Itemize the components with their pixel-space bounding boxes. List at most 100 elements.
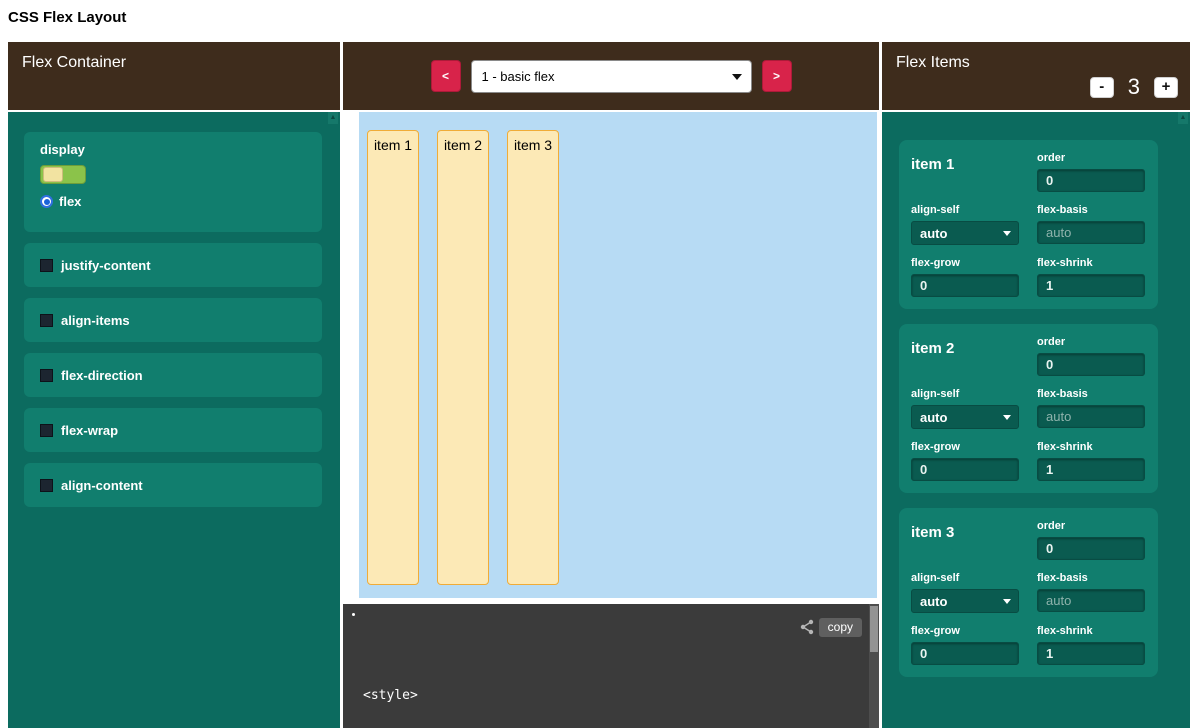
code-text: <style> .flex-container { display: flex; — [363, 648, 512, 728]
flex-item-1: item 1 — [367, 130, 419, 585]
align-content-label: align-content — [61, 478, 143, 493]
flex-shrink-field: flex-shrink — [1037, 441, 1145, 481]
justify-content-checkbox[interactable] — [40, 259, 53, 272]
add-item-button[interactable]: + — [1154, 77, 1178, 98]
order-label: order — [1037, 152, 1145, 164]
flex-item-3: item 3 — [507, 130, 559, 585]
prev-example-button[interactable]: < — [431, 60, 461, 92]
order-input[interactable] — [1037, 537, 1145, 560]
order-input[interactable] — [1037, 353, 1145, 376]
align-items-label: align-items — [61, 313, 130, 328]
flex-container-body: display flex justify-content align-items — [8, 112, 340, 728]
flex-direction-checkbox[interactable] — [40, 369, 53, 382]
flex-basis-input[interactable] — [1037, 221, 1145, 244]
option-justify-content[interactable]: justify-content — [24, 243, 322, 287]
flex-grow-input[interactable] — [911, 458, 1019, 481]
bullet-dot — [352, 613, 355, 616]
order-field: order — [1037, 520, 1145, 560]
item-2-card: item 2 order align-self auto flex-basis — [899, 324, 1158, 493]
item-3-card: item 3 order align-self auto flex-basis — [899, 508, 1158, 677]
flex-grow-input[interactable] — [911, 274, 1019, 297]
code-scrollbar[interactable] — [869, 604, 879, 728]
order-field: order — [1037, 152, 1145, 192]
flex-item-2: item 2 — [437, 130, 489, 585]
order-label: order — [1037, 520, 1145, 532]
flex-shrink-input[interactable] — [1037, 458, 1145, 481]
flex-wrap-checkbox[interactable] — [40, 424, 53, 437]
flex-grow-field: flex-grow — [911, 441, 1019, 481]
flex-grow-label: flex-grow — [911, 441, 1019, 453]
flex-shrink-input[interactable] — [1037, 642, 1145, 665]
next-example-button[interactable]: > — [762, 60, 792, 92]
option-align-content[interactable]: align-content — [24, 463, 322, 507]
code-line: <style> — [363, 686, 512, 705]
option-flex-wrap[interactable]: flex-wrap — [24, 408, 322, 452]
flex-basis-field: flex-basis — [1037, 388, 1145, 429]
flex-basis-input[interactable] — [1037, 405, 1145, 428]
flex-shrink-label: flex-shrink — [1037, 257, 1145, 269]
align-self-select[interactable]: auto — [911, 589, 1019, 613]
align-self-label: align-self — [911, 388, 1019, 400]
item-2-card-title: item 2 — [911, 336, 1019, 376]
item-count-controls: - 3 + — [1090, 74, 1178, 100]
item-1-card-title: item 1 — [911, 152, 1019, 192]
flex-grow-field: flex-grow — [911, 625, 1019, 665]
flex-grow-field: flex-grow — [911, 257, 1019, 297]
align-self-select-wrap: auto — [911, 589, 1019, 613]
option-flex-direction[interactable]: flex-direction — [24, 353, 322, 397]
align-self-field: align-self auto — [911, 204, 1019, 245]
flex-shrink-field: flex-shrink — [1037, 625, 1145, 665]
flex-container-panel: Flex Container display flex justify-cont… — [8, 42, 340, 728]
flex-items-header: Flex Items - 3 + — [882, 42, 1190, 110]
flex-preview-container: item 1 item 2 item 3 — [359, 112, 877, 598]
flex-basis-field: flex-basis — [1037, 204, 1145, 245]
order-field: order — [1037, 336, 1145, 376]
right-panel-scrollbar[interactable]: ▲ — [1178, 112, 1188, 728]
order-input[interactable] — [1037, 169, 1145, 192]
item-count: 3 — [1128, 74, 1140, 100]
align-content-checkbox[interactable] — [40, 479, 53, 492]
left-panel-scrollbar[interactable]: ▲ — [328, 112, 338, 728]
preview-column: < 1 - basic flex > item 1 item 2 item 3 — [343, 42, 879, 728]
flex-basis-input[interactable] — [1037, 589, 1145, 612]
option-align-items[interactable]: align-items — [24, 298, 322, 342]
flex-wrap-label: flex-wrap — [61, 423, 118, 438]
item-3-card-title: item 3 — [911, 520, 1019, 560]
flex-basis-label: flex-basis — [1037, 572, 1145, 584]
scroll-up-icon[interactable]: ▲ — [328, 112, 338, 124]
remove-item-button[interactable]: - — [1090, 77, 1114, 98]
display-label: display — [40, 142, 306, 157]
flex-basis-field: flex-basis — [1037, 572, 1145, 613]
app: CSS Flex Layout Flex Container display f… — [0, 0, 1199, 728]
copy-button[interactable]: copy — [819, 618, 862, 637]
flex-items-title: Flex Items — [896, 54, 970, 72]
example-select-wrap: 1 - basic flex — [471, 60, 752, 93]
flex-grow-input[interactable] — [911, 642, 1019, 665]
align-self-label: align-self — [911, 572, 1019, 584]
display-flex-radio[interactable]: flex — [40, 194, 306, 209]
flex-basis-label: flex-basis — [1037, 388, 1145, 400]
display-flex-radio-label: flex — [59, 194, 81, 209]
toggle-knob-icon — [43, 167, 63, 182]
align-self-select-wrap: auto — [911, 405, 1019, 429]
example-select[interactable]: 1 - basic flex — [471, 60, 752, 93]
page-title: CSS Flex Layout — [8, 9, 126, 26]
radio-checked-icon — [40, 195, 53, 208]
code-scroll-thumb[interactable] — [870, 606, 878, 652]
flex-shrink-label: flex-shrink — [1037, 625, 1145, 637]
display-toggle[interactable] — [40, 165, 86, 184]
flex-direction-label: flex-direction — [61, 368, 143, 383]
scroll-up-icon[interactable]: ▲ — [1178, 112, 1188, 124]
align-self-label: align-self — [911, 204, 1019, 216]
item-1-card: item 1 order align-self auto flex-basis — [899, 140, 1158, 309]
align-items-checkbox[interactable] — [40, 314, 53, 327]
flex-shrink-input[interactable] — [1037, 274, 1145, 297]
flex-shrink-label: flex-shrink — [1037, 441, 1145, 453]
align-self-select[interactable]: auto — [911, 405, 1019, 429]
align-self-select[interactable]: auto — [911, 221, 1019, 245]
flex-grow-label: flex-grow — [911, 625, 1019, 637]
share-icon[interactable] — [799, 619, 815, 640]
flex-items-panel: Flex Items - 3 + item 1 order align-self — [882, 42, 1190, 728]
flex-shrink-field: flex-shrink — [1037, 257, 1145, 297]
align-self-select-wrap: auto — [911, 221, 1019, 245]
